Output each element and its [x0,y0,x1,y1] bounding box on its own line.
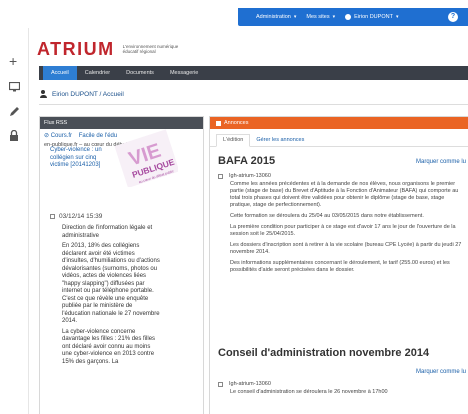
pencil-icon[interactable] [9,106,20,120]
user-menu[interactable]: Eirion DUPONT ▾ [345,14,398,20]
rss-icon: ⊘ [44,133,51,139]
announcement-checkbox[interactable] [218,173,223,179]
announcement-paragraph: La première condition pour participer à … [230,224,456,237]
breadcrumb-text[interactable]: Eirion DUPONT / Accueil [52,91,124,98]
rss-widget-header: Flux RSS [40,117,203,129]
avatar [345,14,352,20]
tab-messagerie[interactable]: Messagerie [162,66,206,80]
mark-as-read-link[interactable]: Marquer comme lu [416,159,466,165]
lock-icon[interactable] [9,129,19,144]
logo-tagline: L'environnement numérique éducatif régio… [122,43,179,55]
my-sites-label: Mes sites [306,14,330,20]
announcement-paragraph: Des informations supplémentaires concern… [230,260,450,273]
rss-body-line: La cyber-violence concerne davantage les… [62,328,156,365]
chevron-down-icon: ▾ [293,14,297,20]
announcement-paragraph: Les dossiers d'inscription sont à retire… [230,242,462,255]
atrium-logo[interactable]: ATRIUM L'environnement numérique éducati… [37,38,193,60]
rss-link-cours[interactable]: Cours.fr [51,133,72,139]
breadcrumb: Eirion DUPONT / Accueil [39,86,124,102]
monitor-icon[interactable] [8,81,21,95]
announcement-body: Le conseil d'administration se déroulera… [218,389,466,396]
plus-icon[interactable]: + [9,54,17,68]
rss-link-edu[interactable]: Facile de l'édu [79,133,118,139]
announcements-header: Annonces [210,117,468,129]
logo-wordmark: ATRIUM [37,38,115,59]
chevron-down-icon: ▾ [332,14,336,20]
rss-item-checkbox[interactable] [50,214,55,219]
announcement-heading: Conseil d'administration novembre 2014 [218,347,430,359]
user-icon [39,90,47,98]
administration-menu[interactable]: Administration ▾ [256,14,296,20]
announcement-icon [216,120,221,126]
announcement-item: Conseil d'administration novembre 2014 M… [218,347,466,400]
announcement-paragraph: Cette formation se déroulera du 25/04 au… [230,213,424,219]
announcement-checkbox[interactable] [218,381,223,387]
announcements-widget: Annonces L'édition Gérer les annonces BA… [209,116,468,414]
announcement-paragraph: Comme les années précédentes et à la dem… [230,181,459,208]
announcement-item: BAFA 2015 Marquer comme lu Igh-atrium-13… [218,155,466,278]
divider [39,104,468,105]
tab-accueil[interactable]: Accueil [43,66,77,80]
chevron-down-icon: ▾ [395,14,399,20]
tab-documents[interactable]: Documents [118,66,162,80]
mark-as-read-link[interactable]: Marquer comme lu [416,369,466,375]
tab-calendrier[interactable]: Calendrier [77,66,118,80]
tab-manage-announcements[interactable]: Gérer les annonces [250,137,310,146]
announcement-meta: Igh-atrium-13060 [218,381,466,387]
rss-item-body: Direction de l'information légale et adm… [62,225,162,369]
announcement-author: Igh-atrium-13060 [229,173,271,179]
rss-widget: Flux RSS ⊘ Cours.fr Facile de l'édu en-p… [39,116,204,414]
vie-publique-logo: VIE PUBLIQUE au cœur du débat public [114,129,178,187]
rss-body-line: Direction de l'information légale et adm… [62,225,153,239]
announcement-author: Igh-atrium-13060 [229,381,271,387]
administration-label: Administration [256,14,291,20]
rss-body-line: En 2013, 18% des collégiens déclarent av… [62,243,160,324]
user-name: Eirion DUPONT [354,14,393,20]
my-sites-menu[interactable]: Mes sites ▾ [306,14,335,20]
tab-edition[interactable]: L'édition [216,134,251,147]
rss-item-date-row: 03/12/14 15:39 [50,213,102,220]
rss-feed-title[interactable]: Cyber-violence : un collégien sur cinq v… [50,147,110,170]
main-nav: Accueil Calendrier Documents Messagerie [39,66,468,80]
main-window: ATRIUM L'environnement numérique éducati… [28,28,468,414]
announcement-meta: Igh-atrium-13060 [218,173,466,179]
help-icon[interactable]: ? [448,12,458,22]
top-menu-bar: Administration ▾ Mes sites ▾ Eirion DUPO… [238,8,468,26]
announcements-tabs: L'édition Gérer les annonces [210,133,468,147]
announcement-body: Comme les années précédentes et à la dem… [218,181,466,274]
rss-widget-title: Flux RSS [44,120,68,126]
rss-item-date: 03/12/14 15:39 [59,213,103,220]
announcement-paragraph: Le conseil d'administration se déroulera… [230,389,388,395]
announcements-title: Annonces [224,120,249,126]
left-rail: + [0,40,26,414]
